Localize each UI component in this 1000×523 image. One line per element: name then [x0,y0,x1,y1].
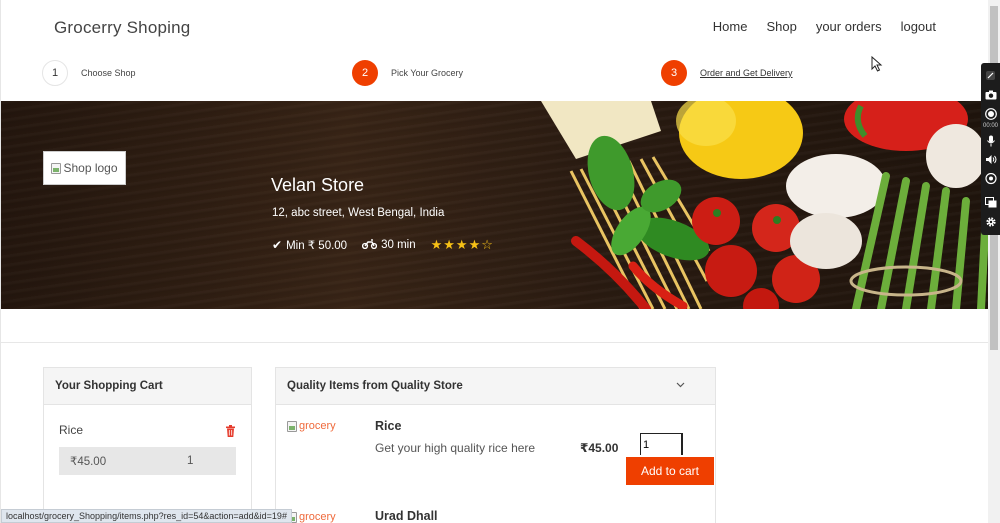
min-order: ✔ Min ₹ 50.00 [272,238,347,252]
broken-image-icon [287,420,297,432]
step-link-order-delivery[interactable]: Order and Get Delivery [700,68,793,78]
nav-links: Home Shop your orders logout [694,19,936,34]
section-divider [1,342,988,343]
recording-timer: 00:00 [982,123,998,129]
add-to-cart-button[interactable]: Add to cart [626,457,714,485]
store-address: 12, abc street, West Bengal, India [272,207,445,219]
webcam-icon[interactable] [984,172,997,185]
order-steps: 1 Choose Shop 2 Pick Your Grocery 3 Orde… [1,60,988,96]
shop-logo: Shop logo [43,151,126,185]
cart-item-price: ₹45.00 [70,456,107,468]
step-label: Pick Your Grocery [391,68,464,78]
step-choose-shop: 1 Choose Shop [42,60,136,86]
brand-title[interactable]: Grocerry Shoping [54,18,190,38]
star-empty-icon: ☆ [481,237,494,252]
speaker-icon[interactable] [984,153,997,166]
broken-image-icon [51,162,62,174]
windows-icon[interactable] [984,196,997,209]
shop-logo-broken-image: Shop logo [51,161,118,175]
nav-link-shop[interactable]: Shop [766,19,796,34]
item-quantity-input[interactable] [640,433,683,455]
trash-icon[interactable] [225,425,236,437]
settings-gear-icon[interactable] [984,215,997,228]
pen-icon[interactable] [984,69,997,82]
cart-item-name: Rice [59,423,84,437]
motorcycle-icon [361,238,378,252]
shop-logo-alt-text: Shop logo [63,161,118,175]
page: Grocerry Shoping Home Shop your orders l… [0,0,988,523]
step-number: 1 [42,60,68,86]
microphone-icon[interactable] [984,134,997,147]
store-items-panel: Quality Items from Quality Store grocery… [275,367,716,523]
vegetables-illustration [541,101,988,309]
step-label: Choose Shop [81,68,136,78]
step-number: 3 [661,60,687,86]
step-number: 2 [352,60,378,86]
nav-link-your-orders[interactable]: your orders [816,19,882,34]
mouse-cursor-icon [871,56,883,72]
chevron-down-icon[interactable] [676,380,685,391]
star-filled-icon: ★ [468,237,482,252]
camera-icon[interactable] [984,88,997,101]
record-icon[interactable] [984,107,997,120]
cart-item-qty: 1 [187,455,194,467]
store-name: Velan Store [271,175,365,195]
item-price: ₹45.00 [580,441,619,455]
delivery-time: 30 min [361,238,416,252]
store-items-header[interactable]: Quality Items from Quality Store [276,368,715,405]
item-image-alt-text: grocery [299,511,336,523]
item-image: grocery [287,420,336,432]
shopping-cart-title: Your Shopping Cart [44,368,251,405]
nav-link-home[interactable]: Home [713,19,748,34]
store-items-title: Quality Items from Quality Store [287,380,463,392]
step-pick-grocery: 2 Pick Your Grocery [352,60,463,86]
nav-link-logout[interactable]: logout [901,19,936,34]
item-image: grocery [287,511,336,523]
item-name: Urad Dhall [375,509,438,523]
star-filled-icon: ★ [443,237,456,252]
delivery-time-text: 30 min [381,239,416,251]
store-meta: ✔ Min ₹ 50.00 30 min ★★★★☆ [272,237,494,253]
check-icon: ✔ [272,238,283,252]
item-image-alt-text: grocery [299,420,336,432]
browser-status-bar: localhost/grocery_Shopping/items.php?res… [1,509,292,523]
navbar: Grocerry Shoping Home Shop your orders l… [1,0,988,56]
step-order-delivery: 3 Order and Get Delivery [661,60,793,86]
item-description: Get your high quality rice here [375,441,536,455]
star-filled-icon: ★ [455,237,469,252]
store-banner: Shop logo Velan Store 12, abc street, We… [1,101,988,309]
cart-item-row: ₹45.00 1 [59,447,236,475]
star-filled-icon: ★ [430,237,444,252]
shopping-cart-panel: Your Shopping Cart Rice ₹45.00 1 [43,367,252,523]
recorder-toolbar: 00:00 [981,63,1000,235]
rating-stars: ★★★★☆ [431,237,494,253]
min-order-text: Min ₹ 50.00 [286,240,348,252]
item-name: Rice [375,419,402,433]
